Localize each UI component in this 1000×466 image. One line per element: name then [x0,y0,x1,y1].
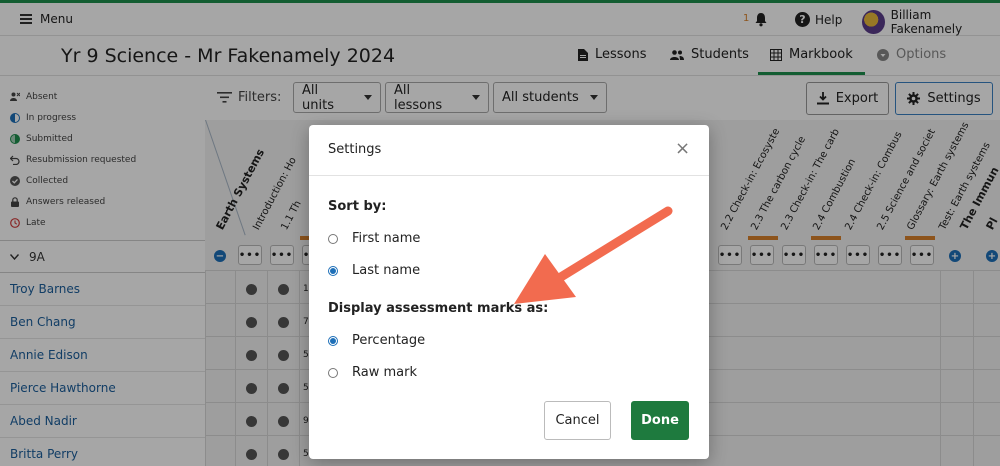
radio-button[interactable] [328,367,338,378]
close-icon[interactable]: × [675,140,690,158]
radio-label: Raw mark [352,365,417,380]
cancel-button[interactable]: Cancel [544,401,611,440]
sort-first-name-radio[interactable]: First name [328,231,420,246]
radio-button[interactable] [328,335,338,346]
radio-label: Last name [352,263,421,278]
dialog-header: Settings × [309,125,709,176]
dialog-title: Settings [328,142,382,157]
settings-dialog: Settings × Sort by: First name Last name… [309,125,709,459]
display-percentage-radio[interactable]: Percentage [328,333,425,348]
sort-by-label: Sort by: [328,199,387,214]
radio-button[interactable] [328,265,338,276]
display-raw-mark-radio[interactable]: Raw mark [328,365,417,380]
radio-button[interactable] [328,233,338,244]
sort-last-name-radio[interactable]: Last name [328,263,420,278]
display-marks-label: Display assessment marks as: [328,301,549,316]
radio-label: Percentage [352,333,426,348]
radio-label: First name [352,231,421,246]
done-button[interactable]: Done [631,401,689,440]
